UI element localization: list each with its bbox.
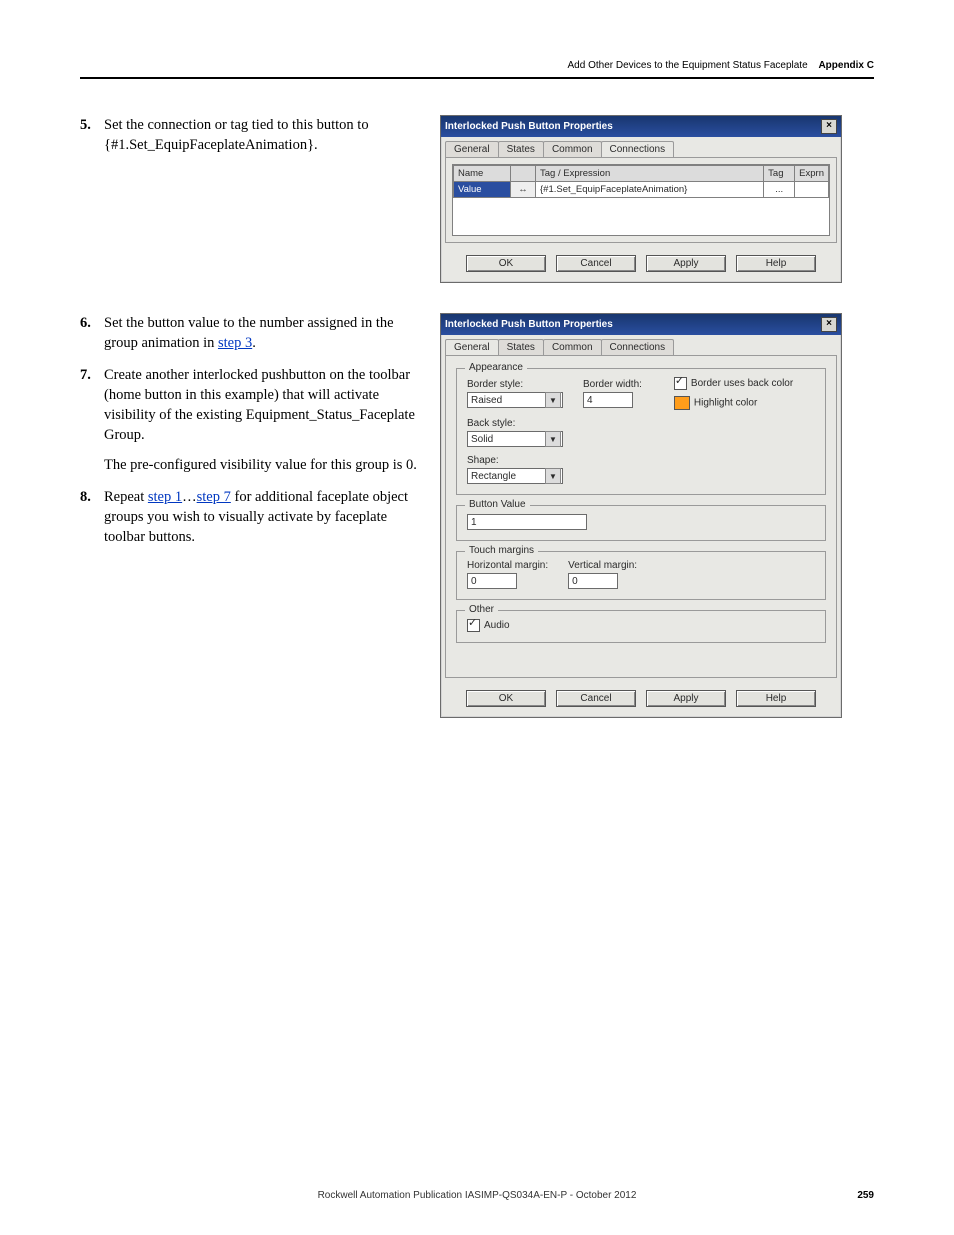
tab-general[interactable]: General [445,339,499,355]
step-8: Repeat step 1…step 7 for additional face… [80,487,422,547]
page-number: 259 [857,1190,874,1201]
footer-publication: Rockwell Automation Publication IASIMP-Q… [318,1190,576,1201]
link-step-3[interactable]: step 3 [218,335,252,351]
other-legend: Other [465,604,498,615]
apply-button[interactable]: Apply [646,690,726,707]
border-width-input[interactable]: 4 [583,392,633,408]
close-icon[interactable]: × [821,317,837,332]
step-6-text-b: . [252,335,256,351]
step-7-text: Create another interlocked pushbutton on… [104,367,415,443]
appearance-legend: Appearance [465,362,527,373]
step-5: Set the connection or tag tied to this b… [80,115,422,155]
tag-browse-button[interactable]: ... [764,182,795,198]
ok-button[interactable]: OK [466,690,546,707]
tab-common[interactable]: Common [543,141,602,157]
running-header-appendix: Appendix C [818,60,874,71]
link-step-1[interactable]: step 1 [148,489,182,505]
other-fieldset: Other Audio [456,610,826,643]
back-style-label: Back style: [467,418,563,429]
tab-connections[interactable]: Connections [601,141,675,157]
link-step-7[interactable]: step 7 [197,489,231,505]
checkbox-icon [467,619,480,632]
step-7: Create another interlocked pushbutton on… [80,365,422,475]
audio-checkbox[interactable]: Audio [467,619,815,632]
border-style-label: Border style: [467,379,563,390]
button-value-fieldset: Button Value 1 [456,505,826,541]
close-icon[interactable]: × [821,119,837,134]
highlight-color-row[interactable]: Highlight color [674,396,793,410]
row-expression[interactable]: {#1.Set_EquipFaceplateAnimation} [536,182,764,198]
border-style-dropdown[interactable]: Raised ▼ [467,392,563,408]
vertical-margin-input[interactable]: 0 [568,573,618,589]
cancel-button[interactable]: Cancel [556,690,636,707]
footer-date: October 2012 [576,1190,637,1201]
tab-states[interactable]: States [498,141,544,157]
exprn-cell[interactable] [795,182,829,198]
dialog1-title: Interlocked Push Button Properties [445,121,613,132]
dialog-connections: Interlocked Push Button Properties × Gen… [440,115,842,283]
running-header: Add Other Devices to the Equipment Statu… [80,60,874,71]
border-uses-back-checkbox[interactable]: Border uses back color [674,377,793,390]
apply-button[interactable]: Apply [646,255,726,272]
grid-col-tag: Tag [764,166,795,182]
connections-grid: Name Tag / Expression Tag Exprn Value ↔ … [453,165,829,198]
checkbox-icon [674,377,687,390]
touch-margins-legend: Touch margins [465,545,538,556]
dialog-general: Interlocked Push Button Properties × Gen… [440,313,842,718]
step-5-text: Set the connection or tag tied to this b… [104,117,369,153]
shape-dropdown[interactable]: Rectangle ▼ [467,468,563,484]
chevron-down-icon: ▼ [545,431,561,447]
grid-col-name: Name [454,166,511,182]
running-header-title: Add Other Devices to the Equipment Statu… [568,60,808,71]
cancel-button[interactable]: Cancel [556,255,636,272]
dialog2-title: Interlocked Push Button Properties [445,319,613,330]
button-value-legend: Button Value [465,499,530,510]
ok-button[interactable]: OK [466,255,546,272]
bidirectional-icon: ↔ [511,182,536,198]
step-7-para: The pre-configured visibility value for … [104,457,417,473]
grid-col-expr: Tag / Expression [536,166,764,182]
header-rule [80,77,874,79]
appearance-fieldset: Appearance Border style: Raised ▼ Borde [456,368,826,495]
button-value-input[interactable]: 1 [467,514,587,530]
highlight-color-swatch [674,396,690,410]
step-8-dots: … [182,489,197,505]
chevron-down-icon: ▼ [545,392,561,408]
touch-margins-fieldset: Touch margins Horizontal margin: 0 Verti… [456,551,826,600]
help-button[interactable]: Help [736,690,816,707]
horizontal-margin-input[interactable]: 0 [467,573,517,589]
grid-col-exprn: Exprn [795,166,829,182]
vertical-margin-label: Vertical margin: [568,560,637,571]
help-button[interactable]: Help [736,255,816,272]
page-footer: Rockwell Automation Publication IASIMP-Q… [0,1190,954,1201]
tab-common[interactable]: Common [543,339,602,355]
chevron-down-icon: ▼ [545,468,561,484]
back-style-dropdown[interactable]: Solid ▼ [467,431,563,447]
row-name: Value [454,182,511,198]
horizontal-margin-label: Horizontal margin: [467,560,548,571]
step-6: Set the button value to the number assig… [80,313,422,353]
border-width-label: Border width: [583,379,642,390]
shape-label: Shape: [467,455,563,466]
tab-connections[interactable]: Connections [601,339,675,355]
tab-general[interactable]: General [445,141,499,157]
step-8-text-a: Repeat [104,489,148,505]
tab-states[interactable]: States [498,339,544,355]
